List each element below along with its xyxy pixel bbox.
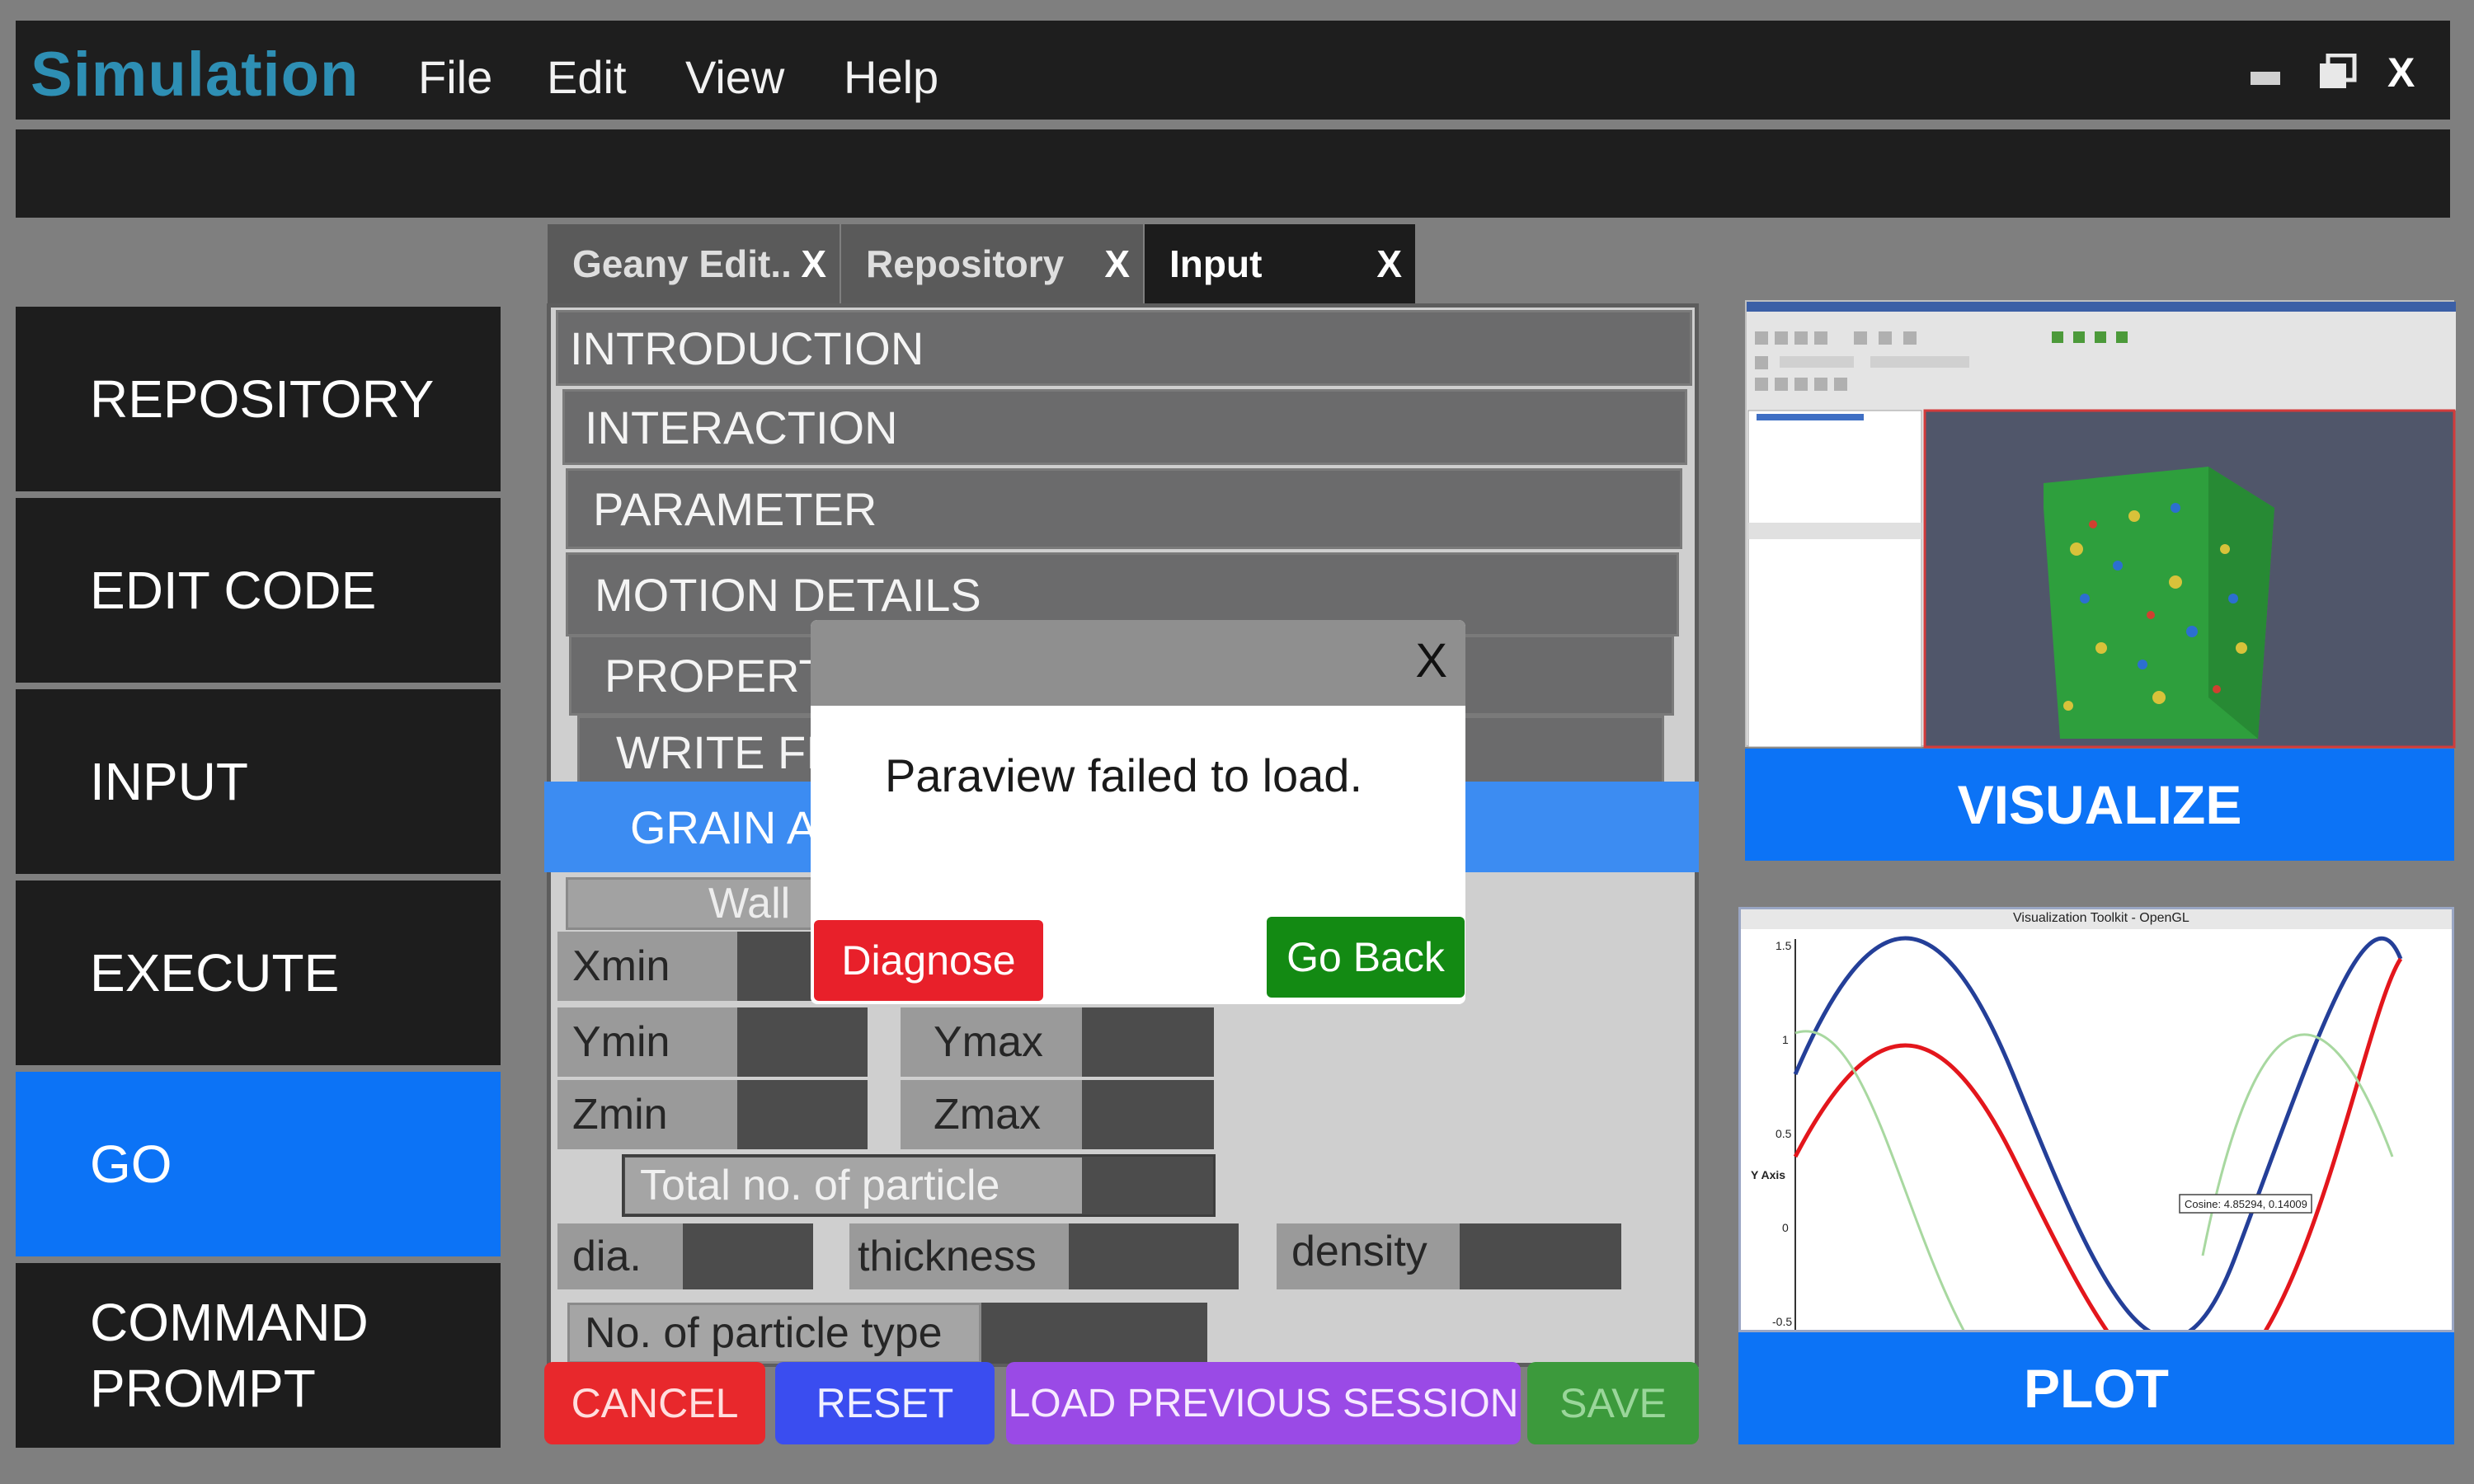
nav-repository[interactable]: REPOSITORY: [16, 307, 501, 491]
tab-geany-editor[interactable]: Geany Edit.. X: [548, 224, 840, 303]
dialog-close-button[interactable]: X: [1415, 633, 1447, 688]
title-bar: Simulation File Edit View Help X: [16, 21, 2450, 120]
nav-command-prompt[interactable]: COMMAND PROMPT: [16, 1263, 501, 1448]
plot-button[interactable]: PLOT: [1738, 1332, 2454, 1444]
dia-field[interactable]: [683, 1223, 813, 1289]
app-logo: Simulation: [31, 40, 360, 110]
toolbar: [16, 129, 2450, 218]
paraview-thumbnail: [1745, 300, 2456, 749]
load-previous-session-button[interactable]: LOAD PREVIOUS SESSION: [1006, 1362, 1521, 1444]
menu-edit[interactable]: Edit: [547, 50, 627, 104]
section-introduction[interactable]: INTRODUCTION: [556, 310, 1692, 386]
dialog-header: X: [811, 620, 1465, 706]
tab-repository[interactable]: Repository X: [841, 224, 1143, 303]
dialog-message: Paraview failed to load.: [885, 749, 1363, 801]
tab-close-icon[interactable]: X: [1104, 242, 1130, 286]
visualize-button[interactable]: VISUALIZE: [1745, 749, 2454, 861]
ymin-label: Ymin: [557, 1007, 737, 1077]
cancel-button[interactable]: CANCEL: [544, 1362, 765, 1444]
ymax-label: Ymax: [901, 1007, 1082, 1077]
menu-view[interactable]: View: [685, 50, 784, 104]
plot-curves: [1793, 936, 2403, 1330]
plot-thumbnail: Visualization Toolkit - OpenGL Y Axis 1.…: [1738, 907, 2454, 1332]
zmax-label: Zmax: [901, 1080, 1082, 1149]
ymin-field[interactable]: [737, 1007, 868, 1077]
nav-input[interactable]: INPUT: [16, 689, 501, 874]
tab-label: Repository: [866, 242, 1065, 285]
nav-execute[interactable]: EXECUTE: [16, 881, 501, 1065]
tab-input[interactable]: Input X: [1145, 224, 1415, 303]
nav-edit-code[interactable]: EDIT CODE: [16, 498, 501, 683]
plot-tooltip: Cosine: 4.85294, 0.14009: [2185, 1198, 2307, 1210]
density-label: density: [1277, 1223, 1460, 1289]
nav-go[interactable]: GO: [16, 1072, 501, 1256]
zmin-field[interactable]: [737, 1080, 868, 1149]
nav-command-prompt-label: COMMAND PROMPT: [90, 1293, 369, 1418]
section-parameter[interactable]: PARAMETER: [566, 468, 1682, 549]
density-field[interactable]: [1460, 1223, 1621, 1289]
particle-type-label: No. of particle type: [567, 1303, 981, 1364]
zmin-label: Zmin: [557, 1080, 737, 1149]
thickness-label: thickness: [849, 1223, 1069, 1289]
maximize-button[interactable]: [2318, 53, 2358, 94]
menu-file[interactable]: File: [418, 50, 492, 104]
tab-close-icon[interactable]: X: [1376, 242, 1402, 286]
thickness-field[interactable]: [1069, 1223, 1239, 1289]
tab-label: Input: [1169, 242, 1263, 285]
menu-help[interactable]: Help: [844, 50, 938, 104]
total-particle-label: Total no. of particle: [625, 1158, 1082, 1214]
paraview-screenshot: [1747, 302, 2456, 749]
dia-label: dia.: [557, 1223, 683, 1289]
minimize-button[interactable]: [2251, 72, 2280, 85]
diagnose-button[interactable]: Diagnose: [814, 920, 1043, 1001]
save-button[interactable]: SAVE: [1527, 1362, 1699, 1444]
tab-close-icon[interactable]: X: [801, 242, 826, 286]
reset-button[interactable]: RESET: [775, 1362, 995, 1444]
close-button[interactable]: X: [2387, 49, 2415, 96]
go-back-button[interactable]: Go Back: [1267, 917, 1465, 998]
maximize-icon: [2320, 53, 2357, 88]
error-dialog: X Paraview failed to load. Diagnose Go B…: [811, 620, 1465, 1004]
tab-label: Geany Edit..: [572, 242, 792, 285]
xmin-label: Xmin: [557, 932, 737, 1001]
ymax-field[interactable]: [1082, 1007, 1214, 1077]
particle-type-field[interactable]: [981, 1303, 1207, 1364]
section-interaction[interactable]: INTERACTION: [562, 389, 1687, 465]
zmax-field[interactable]: [1082, 1080, 1214, 1149]
